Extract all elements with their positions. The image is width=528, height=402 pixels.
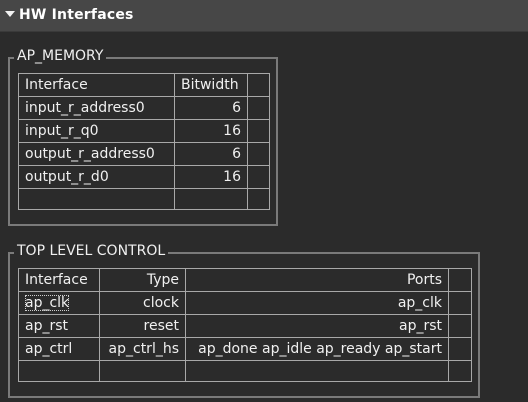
table-row[interactable]: ap_rst reset ap_rst <box>18 314 472 338</box>
column-header-bitwidth[interactable]: Bitwidth <box>174 73 248 97</box>
cell-interface-selected[interactable]: ap_clk <box>18 291 100 315</box>
cell-empty <box>18 360 100 382</box>
cell-filler <box>448 291 472 315</box>
ap-memory-group: AP_MEMORY Interface Bitwidth input_r_add… <box>8 48 278 226</box>
table-row[interactable]: ap_clk clock ap_clk <box>18 291 472 315</box>
cell-interface: ap_ctrl <box>18 337 100 361</box>
cell-interface: ap_rst <box>18 314 100 338</box>
column-header-interface[interactable]: Interface <box>18 268 100 292</box>
cell-empty <box>448 360 472 382</box>
cell-interface: input_r_address0 <box>18 96 175 120</box>
cell-type: ap_ctrl_hs <box>99 337 186 361</box>
table-row[interactable]: ap_ctrl ap_ctrl_hs ap_done ap_idle ap_re… <box>18 337 472 361</box>
cell-empty <box>99 360 186 382</box>
table-row[interactable]: input_r_address0 6 <box>18 96 270 120</box>
top-level-control-title: TOP LEVEL CONTROL <box>14 243 169 259</box>
table-row-empty[interactable] <box>18 188 270 210</box>
cell-filler <box>448 337 472 361</box>
cell-interface: input_r_q0 <box>18 119 175 143</box>
chevron-down-icon[interactable] <box>5 11 15 17</box>
table-header-row: Interface Bitwidth <box>18 73 270 97</box>
table-header-row: Interface Type Ports <box>18 268 472 292</box>
cell-filler <box>247 165 270 189</box>
cell-empty <box>247 188 270 210</box>
column-header-type[interactable]: Type <box>99 268 186 292</box>
cell-empty <box>174 188 248 210</box>
ap-memory-table: Interface Bitwidth input_r_address0 6 in… <box>18 73 270 210</box>
column-header-ports[interactable]: Ports <box>185 268 449 292</box>
top-level-control-group: TOP LEVEL CONTROL Interface Type Ports a… <box>8 243 480 398</box>
cell-ports: ap_clk <box>185 291 449 315</box>
cell-type: clock <box>99 291 186 315</box>
column-header-filler <box>247 73 270 97</box>
cell-ports: ap_rst <box>185 314 449 338</box>
cell-empty <box>185 360 449 382</box>
top-level-control-table: Interface Type Ports ap_clk clock ap_clk… <box>18 268 472 382</box>
cell-interface: output_r_address0 <box>18 142 175 166</box>
column-header-interface[interactable]: Interface <box>18 73 175 97</box>
cell-bitwidth: 16 <box>174 119 248 143</box>
cell-ports: ap_done ap_idle ap_ready ap_start <box>185 337 449 361</box>
cell-filler <box>247 96 270 120</box>
column-header-filler <box>448 268 472 292</box>
cell-bitwidth: 6 <box>174 142 248 166</box>
cell-interface-text: ap_clk <box>25 295 70 311</box>
cell-type: reset <box>99 314 186 338</box>
cell-interface: output_r_d0 <box>18 165 175 189</box>
table-row-empty[interactable] <box>18 360 472 382</box>
cell-filler <box>448 314 472 338</box>
table-row[interactable]: output_r_d0 16 <box>18 165 270 189</box>
cell-bitwidth: 16 <box>174 165 248 189</box>
table-row[interactable]: output_r_address0 6 <box>18 142 270 166</box>
table-row[interactable]: input_r_q0 16 <box>18 119 270 143</box>
cell-empty <box>18 188 175 210</box>
cell-filler <box>247 142 270 166</box>
cell-filler <box>247 119 270 143</box>
cell-bitwidth: 6 <box>174 96 248 120</box>
section-title: HW Interfaces <box>19 7 134 23</box>
ap-memory-title: AP_MEMORY <box>14 48 107 64</box>
section-header-hw-interfaces[interactable]: HW Interfaces <box>0 0 528 32</box>
